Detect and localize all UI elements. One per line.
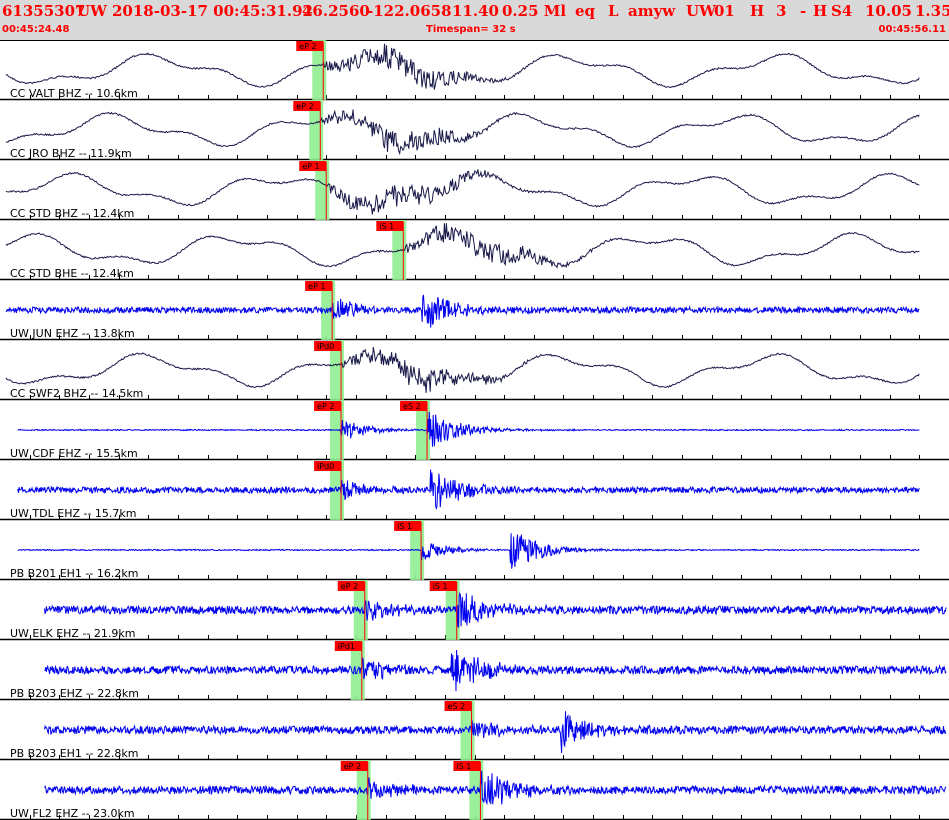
event-header-bar: 61355307 UW 2018-03-17 00:45:31.92 46.25…	[0, 0, 949, 41]
pick-label: iS 1	[456, 762, 471, 771]
waveform-trace[interactable]	[44, 591, 947, 628]
event-network: UW	[77, 2, 107, 20]
event-depth: 11.40	[452, 2, 499, 20]
quality-code: 01	[714, 2, 735, 20]
waveform-trace[interactable]	[5, 294, 920, 328]
waveform-trace[interactable]	[5, 109, 920, 156]
event-code: L	[608, 2, 619, 20]
trace-label: UW ELK EHZ -- 21.9km	[10, 627, 135, 640]
pick-label: eP 1	[302, 162, 319, 171]
event-last-value: 1.35	[915, 2, 949, 20]
pick-label: iS 1	[397, 522, 412, 531]
event-analyst: amyw	[628, 2, 676, 20]
time-end: 00:45:56.11	[878, 24, 946, 35]
trace-label: UW JUN EHZ -- 13.8km	[10, 327, 135, 340]
waveform-trace[interactable]	[5, 169, 920, 215]
trace-label: UW TDL EHZ -- 15.7km	[10, 507, 137, 520]
trace-label: CC STD BHE -- 12.4km	[10, 267, 134, 280]
trace-label: UW CDF EHZ -- 15.5km	[10, 447, 138, 460]
quality-q5: S4	[831, 2, 853, 20]
waveform-trace[interactable]	[5, 43, 920, 90]
pick-label: eS 2	[403, 402, 421, 411]
pick-label: iS 1	[379, 222, 394, 231]
waveform-viewer: { "header": { "event_id": "61355307", "n…	[0, 0, 949, 820]
trace-label: CC VALT BHZ -- 10.6km	[10, 87, 138, 100]
event-id: 61355307	[2, 2, 86, 20]
quality-q1: H	[750, 2, 765, 20]
pick-label: eP 1	[308, 282, 325, 291]
pick-label: iS 1	[433, 582, 448, 591]
event-lat: 46.2560	[302, 2, 370, 20]
waveform-trace[interactable]	[44, 770, 947, 806]
trace-label: CC STD BHZ -- 12.4km	[10, 207, 134, 220]
pick-label: iPd0	[317, 342, 334, 351]
trace-label: CC JRO BHZ -- 11.9km	[10, 147, 132, 160]
pick-label: iPd1	[338, 642, 355, 651]
waveform-trace[interactable]	[5, 223, 920, 269]
event-rms: 10.05	[865, 2, 912, 20]
timespan-label: Timespan= 32 s	[426, 24, 516, 35]
time-start: 00:45:24.48	[2, 24, 70, 35]
pick-label: eP 2	[296, 102, 313, 111]
waveform-panel[interactable]: eP 2 CC VALT BHZ -- 10.6km eP 2 CC JRO BHZ …	[0, 40, 949, 820]
quality-q2: 3	[776, 2, 787, 20]
quality-net: UW	[686, 2, 716, 20]
trace-label: CC SWF2 BHZ -- 14.5km	[10, 387, 143, 400]
waveform-trace[interactable]	[5, 346, 920, 393]
event-lon: -122.0658	[367, 2, 452, 20]
pick-label: eP 2	[317, 402, 334, 411]
pick-label: eP 2	[344, 762, 361, 771]
event-datetime: 2018-03-17 00:45:31.92	[112, 2, 313, 20]
trace-label: PB B203 EH1 -- 22.8km	[10, 747, 138, 760]
event-type: eq	[575, 2, 596, 20]
waveform-trace[interactable]	[17, 469, 920, 511]
quality-q3: -	[800, 2, 807, 20]
trace-label: UW FL2 EHZ -- 23.0km	[10, 807, 135, 820]
waveform-trace[interactable]	[17, 411, 920, 447]
trace-label: PB B201 EH1 -- 16.2km	[10, 567, 138, 580]
quality-q4: H	[813, 2, 828, 20]
pick-label: eP 2	[299, 42, 316, 51]
pick-label: eP 2	[341, 582, 358, 591]
trace-label: PB B203 EHZ -- 22.8km	[10, 687, 139, 700]
pick-label: eS 2	[448, 702, 466, 711]
waveform-trace[interactable]	[17, 533, 920, 569]
event-magnitude: 0.25 Ml	[502, 2, 567, 20]
event-summary-line: 61355307 UW 2018-03-17 00:45:31.92 46.25…	[0, 0, 949, 22]
pick-label: iPd0	[317, 462, 334, 471]
waveform-trace[interactable]	[44, 649, 947, 692]
waveform-trace[interactable]	[44, 711, 947, 754]
